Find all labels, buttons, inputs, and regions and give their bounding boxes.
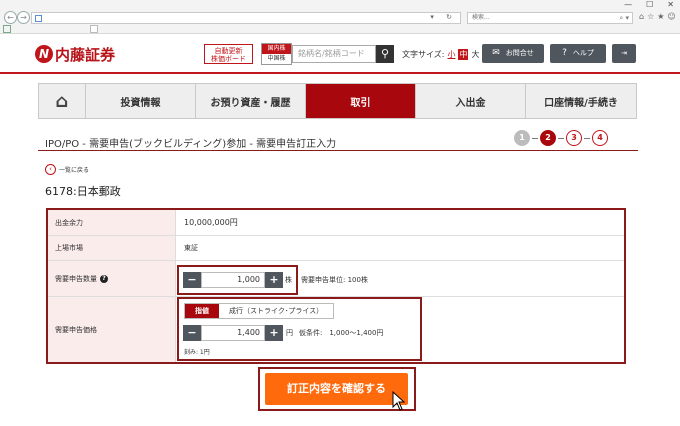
new-tab-icon[interactable] — [90, 25, 98, 33]
nav-deposit-withdrawal[interactable]: 入出金 — [415, 84, 525, 118]
star-icon[interactable]: ☆ — [647, 12, 657, 21]
address-bar[interactable]: ▾ ↻ — [31, 12, 461, 24]
nav-investment-info[interactable]: 投資情報 — [85, 84, 195, 118]
price-stepper[interactable]: − 1,400 + — [183, 325, 283, 341]
step-connector — [558, 137, 564, 139]
browser-chrome: — ☐ ✕ ← → ▾ ↻ 検索... ⌕ ▾ ⌂☆★☺ — [0, 0, 680, 34]
page-favicon-icon — [35, 15, 42, 22]
quantity-stepper[interactable]: − 1,000 + — [183, 272, 283, 288]
browser-search-input[interactable]: 検索... ⌕ ▾ — [467, 12, 633, 24]
browser-search-placeholder: 検索... — [472, 14, 490, 21]
logo-mark-icon: N — [35, 45, 53, 63]
page-title: IPO/PO - 需要申告(ブックビルディング)参加 - 需要申告訂正入力 — [45, 139, 337, 150]
price-label: 需要申告価格 — [48, 297, 176, 362]
logo-text: 内藤証券 — [55, 45, 116, 64]
forward-arrow-icon[interactable]: → — [17, 11, 30, 24]
window-controls: — ☐ ✕ — [624, 0, 674, 10]
price-type-tabs: 指値 成行（ストライク･プライス） — [184, 303, 335, 319]
market-label: 上場市場 — [48, 236, 176, 260]
font-size-label: 文字サイズ: — [402, 50, 445, 59]
site-logo[interactable]: N 内藤証券 — [35, 44, 115, 64]
browser-toolbar-icons[interactable]: ⌂☆★☺ — [639, 12, 679, 21]
balance-value: 10,000,000円 — [184, 218, 238, 227]
step-2: 2 — [540, 130, 556, 146]
contact-button[interactable]: ✉ お問合せ — [482, 44, 544, 63]
price-condition: 仮条件: 1,000～1,400円 — [299, 329, 384, 337]
tab-row — [0, 24, 680, 34]
font-size-selector: 文字サイズ: 小 中 大 — [402, 49, 480, 60]
market-china[interactable]: 中国株 — [262, 54, 291, 64]
search-icon[interactable]: ⚲ — [376, 45, 394, 63]
contact-label: お問合せ — [505, 49, 534, 57]
step-connector — [584, 137, 590, 139]
price-input[interactable]: 1,400 — [201, 325, 265, 341]
step-indicator: 1 2 3 4 — [514, 130, 608, 146]
nav-trade[interactable]: 取引 — [305, 84, 415, 118]
tab-favicon-icon[interactable] — [3, 25, 11, 33]
title-underline — [38, 150, 638, 151]
logout-icon: ⇥ — [621, 49, 627, 57]
market-domestic[interactable]: 国内株 — [262, 44, 291, 54]
quantity-note: 需要申告単位: 100株 — [301, 276, 368, 284]
quantity-input[interactable]: 1,000 — [201, 272, 265, 288]
header-divider — [0, 72, 680, 74]
home-icon: ⌂ — [55, 90, 69, 112]
home-icon[interactable]: ⌂ — [639, 12, 647, 21]
close-icon[interactable]: ✕ — [667, 0, 674, 10]
table-row: 上場市場 東証 — [48, 236, 624, 261]
quantity-label: 需要申告数量 — [55, 274, 97, 283]
help-question-icon[interactable]: ? — [100, 274, 108, 283]
search-icon[interactable]: ⌕ ▾ — [619, 13, 629, 23]
step-1: 1 — [514, 130, 530, 146]
market-toggle[interactable]: 国内株 中国株 — [261, 43, 292, 65]
back-arrow-icon[interactable]: ← — [4, 11, 17, 24]
stock-code-input[interactable]: 銘柄名/銘柄コード — [292, 45, 376, 63]
quantity-unit: 株 — [285, 276, 292, 284]
plus-icon[interactable]: + — [265, 325, 283, 341]
auto-board-line2: 株価ボード — [211, 55, 246, 63]
plus-icon[interactable]: + — [265, 272, 283, 288]
mail-icon: ✉ — [492, 48, 500, 58]
address-bar-icons[interactable]: ▾ ↻ — [430, 13, 457, 21]
tick-note: 刻み: 1円 — [184, 349, 210, 356]
smiley-icon[interactable]: ☺ — [667, 12, 678, 21]
nav-assets-history[interactable]: お預り資産・履歴 — [195, 84, 305, 118]
auto-update-board-button[interactable]: 自動更新 株価ボード — [204, 44, 253, 64]
minus-icon[interactable]: − — [183, 325, 201, 341]
market-value: 東証 — [184, 244, 198, 252]
step-connector — [532, 137, 538, 139]
stock-name: 6178:日本郵政 — [45, 185, 121, 198]
back-label: 一覧に戻る — [59, 167, 90, 174]
minimize-icon[interactable]: — — [624, 0, 632, 10]
auto-board-line1: 自動更新 — [214, 47, 243, 55]
help-button[interactable]: ? ヘルプ — [550, 44, 606, 63]
table-row: 出金余力 10,000,000円 — [48, 210, 624, 236]
quantity-label-cell: 需要申告数量 ? — [48, 261, 176, 296]
logout-button[interactable]: ⇥ — [612, 44, 636, 63]
font-small-button[interactable]: 小 — [446, 49, 456, 60]
nav-home[interactable]: ⌂ — [39, 84, 85, 118]
confirm-correction-button[interactable]: 訂正内容を確認する — [265, 373, 408, 405]
tab-limit-price[interactable]: 指値 — [185, 304, 219, 318]
step-4: 4 — [592, 130, 608, 146]
tab-strike-price[interactable]: 成行（ストライク･プライス） — [219, 304, 334, 318]
back-to-list-link[interactable]: ‹ 一覧に戻る — [45, 164, 89, 175]
step-3: 3 — [566, 130, 582, 146]
mouse-cursor-icon — [392, 391, 406, 411]
price-unit: 円 — [286, 329, 293, 337]
font-medium-button[interactable]: 中 — [458, 49, 469, 60]
maximize-icon[interactable]: ☐ — [646, 0, 653, 10]
minus-icon[interactable]: − — [183, 272, 201, 288]
main-nav: ⌂ 投資情報 お預り資産・履歴 取引 入出金 口座情報/手続き — [38, 83, 637, 119]
font-large-button[interactable]: 大 — [470, 49, 480, 60]
question-icon: ? — [562, 48, 567, 58]
favorites-icon[interactable]: ★ — [657, 12, 667, 21]
nav-account-info[interactable]: 口座情報/手続き — [525, 84, 636, 118]
chevron-left-icon: ‹ — [45, 164, 56, 175]
balance-label: 出金余力 — [48, 210, 176, 235]
help-label: ヘルプ — [572, 49, 594, 57]
